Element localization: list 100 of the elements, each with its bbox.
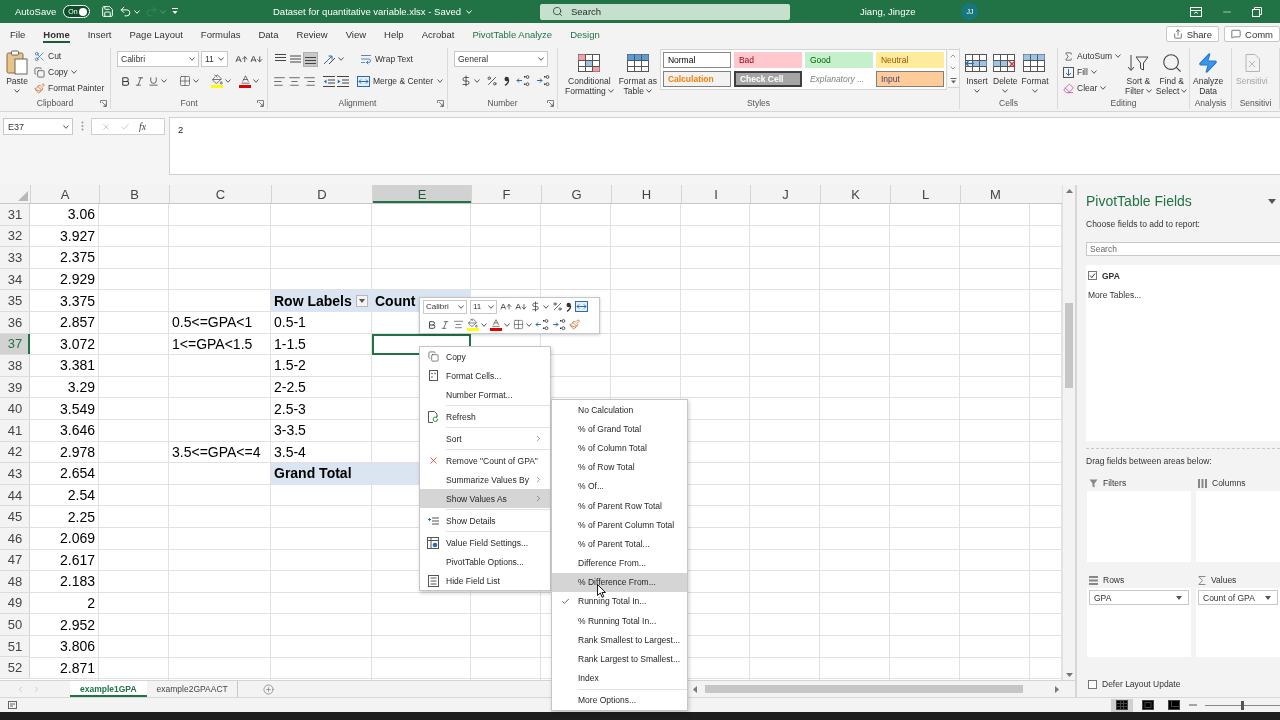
- increase-font-size-icon[interactable]: [500, 300, 512, 313]
- row-header[interactable]: 39: [0, 376, 30, 399]
- caret-icon[interactable]: [218, 57, 224, 61]
- caret-icon[interactable]: [253, 79, 259, 83]
- submenu-item[interactable]: Rank Smallest to Largest...: [552, 630, 687, 650]
- caret-icon[interactable]: [225, 79, 231, 83]
- paintbrush-icon[interactable]: [569, 319, 580, 330]
- dropdown-icon[interactable]: [1265, 595, 1271, 600]
- caret-icon[interactable]: [543, 304, 549, 309]
- formula-input[interactable]: 2: [169, 117, 1280, 175]
- submenu-item[interactable]: % of Parent Total...: [552, 534, 687, 554]
- caret-icon[interactable]: [474, 79, 480, 83]
- submenu-item[interactable]: No Calculation: [552, 400, 687, 420]
- align-left-icon[interactable]: [273, 74, 286, 88]
- sheet-tab[interactable]: example2GPAACT: [146, 681, 238, 697]
- merge-center-icon[interactable]: [575, 301, 588, 312]
- context-menu-item[interactable]: Value Field Settings...: [420, 533, 550, 552]
- caret-icon[interactable]: [161, 79, 167, 83]
- submenu-item[interactable]: % of Parent Row Total: [552, 495, 687, 516]
- ribbon-tab[interactable]: Data: [249, 23, 288, 45]
- caret-icon[interactable]: [193, 79, 199, 83]
- zoom-slider-thumb[interactable]: [1241, 700, 1244, 710]
- caret-icon[interactable]: [645, 89, 652, 93]
- row-header[interactable]: 31: [0, 204, 30, 226]
- restore-icon[interactable]: [1252, 6, 1262, 17]
- scroll-left-icon[interactable]: [693, 685, 697, 693]
- wrap-text-button[interactable]: Wrap Text: [358, 51, 415, 67]
- submenu-item[interactable]: % of Parent Column Total: [552, 515, 687, 535]
- caret-icon[interactable]: [1145, 89, 1152, 93]
- find-select-button[interactable]: Find & Select: [1153, 48, 1190, 96]
- customize-toolbar-icon[interactable]: [171, 8, 180, 15]
- decrease-decimal-icon[interactable]: [552, 318, 566, 331]
- cell-style-option[interactable]: Bad: [733, 52, 802, 68]
- row-header[interactable]: 45: [0, 506, 30, 528]
- cells-button[interactable]: Format: [1019, 48, 1051, 96]
- cell-style-option[interactable]: Neutral: [875, 52, 944, 68]
- format-as-table-button[interactable]: Format as Table: [616, 48, 659, 96]
- dialog-launcher-icon[interactable]: [100, 99, 107, 107]
- ribbon-tab[interactable]: Insert: [78, 23, 121, 45]
- sheet-tab[interactable]: example1GPA: [70, 681, 147, 697]
- drop-area[interactable]: GPA: [1087, 588, 1191, 657]
- orientation-icon[interactable]: [323, 53, 336, 65]
- field-search-field[interactable]: Search: [1086, 242, 1280, 256]
- row-header[interactable]: 46: [0, 527, 30, 550]
- font-name-select[interactable]: Calibri: [117, 51, 199, 67]
- context-menu-item[interactable]: Format Cells...: [420, 366, 550, 385]
- area-field-item[interactable]: GPA: [1089, 590, 1189, 605]
- align-center-icon[interactable]: [453, 319, 464, 330]
- decrease-indent-icon[interactable]: [323, 75, 335, 87]
- decrease-font-size-icon[interactable]: [515, 300, 527, 313]
- checkbox-icon[interactable]: [1088, 271, 1097, 280]
- context-menu-item[interactable]: Summarize Values By: [420, 470, 550, 489]
- dollar-icon[interactable]: [530, 301, 541, 312]
- checkbox-icon[interactable]: [1088, 679, 1097, 689]
- submenu-item[interactable]: Difference From...: [552, 553, 687, 573]
- italic-icon[interactable]: [134, 75, 145, 87]
- context-menu-item[interactable]: Refresh: [420, 407, 550, 426]
- cells-button[interactable]: Delete: [991, 48, 1020, 96]
- percent-icon[interactable]: [486, 75, 498, 87]
- caret-icon[interactable]: [189, 57, 195, 61]
- caret-icon[interactable]: [1002, 89, 1009, 93]
- row-header[interactable]: 52: [0, 657, 30, 680]
- zoom-slider[interactable]: [1205, 699, 1280, 711]
- caret-icon[interactable]: [481, 322, 487, 327]
- ribbon-tab[interactable]: Design: [561, 23, 609, 45]
- context-menu-item[interactable]: PivotTable Options...: [420, 552, 550, 571]
- row-header[interactable]: 44: [0, 484, 30, 507]
- active-cell[interactable]: [372, 333, 471, 356]
- context-menu-item[interactable]: Hide Field List: [420, 571, 550, 590]
- filter-dropdown-icon[interactable]: [356, 294, 368, 307]
- comma-style-icon[interactable]: [566, 301, 572, 312]
- submenu-item[interactable]: More Options...: [552, 690, 687, 710]
- context-menu-item[interactable]: Copy: [420, 347, 550, 366]
- comma-style-icon[interactable]: [504, 76, 510, 86]
- fill-color-icon[interactable]: [467, 318, 479, 331]
- row-header[interactable]: 41: [0, 419, 30, 442]
- vertical-scrollbar[interactable]: [1062, 185, 1075, 680]
- search-field[interactable]: Search: [540, 3, 790, 20]
- increase-decimal-icon[interactable]: [516, 75, 530, 87]
- row-header[interactable]: 47: [0, 549, 30, 572]
- ribbon-tab[interactable]: PivotTable Analyze: [463, 23, 562, 45]
- ribbon-tab[interactable]: Acrobat: [412, 23, 464, 45]
- submenu-item[interactable]: % Of...: [552, 476, 687, 496]
- row-header[interactable]: 48: [0, 571, 30, 593]
- fill-color-icon[interactable]: [211, 74, 223, 88]
- ribbon-display-icon[interactable]: [1190, 6, 1202, 17]
- dialog-launcher-icon[interactable]: [547, 99, 554, 107]
- ribbon-tab[interactable]: Review: [287, 23, 337, 45]
- row-header[interactable]: 42: [0, 441, 30, 464]
- row-header[interactable]: 36: [0, 311, 30, 334]
- scroll-right-icon[interactable]: [1055, 685, 1059, 693]
- ribbon-tab[interactable]: Page Layout: [120, 23, 192, 45]
- bold-icon[interactable]: [120, 75, 131, 87]
- context-menu-item[interactable]: Number Format...: [420, 385, 550, 404]
- row-header[interactable]: 43: [0, 463, 30, 485]
- row-header[interactable]: 38: [0, 355, 30, 377]
- analyze-data-button[interactable]: Analyze Data: [1191, 48, 1226, 96]
- name-box[interactable]: E37: [3, 118, 73, 135]
- scrollbar-thumb[interactable]: [705, 685, 1023, 693]
- context-menu-item[interactable]: Show Details: [420, 511, 550, 530]
